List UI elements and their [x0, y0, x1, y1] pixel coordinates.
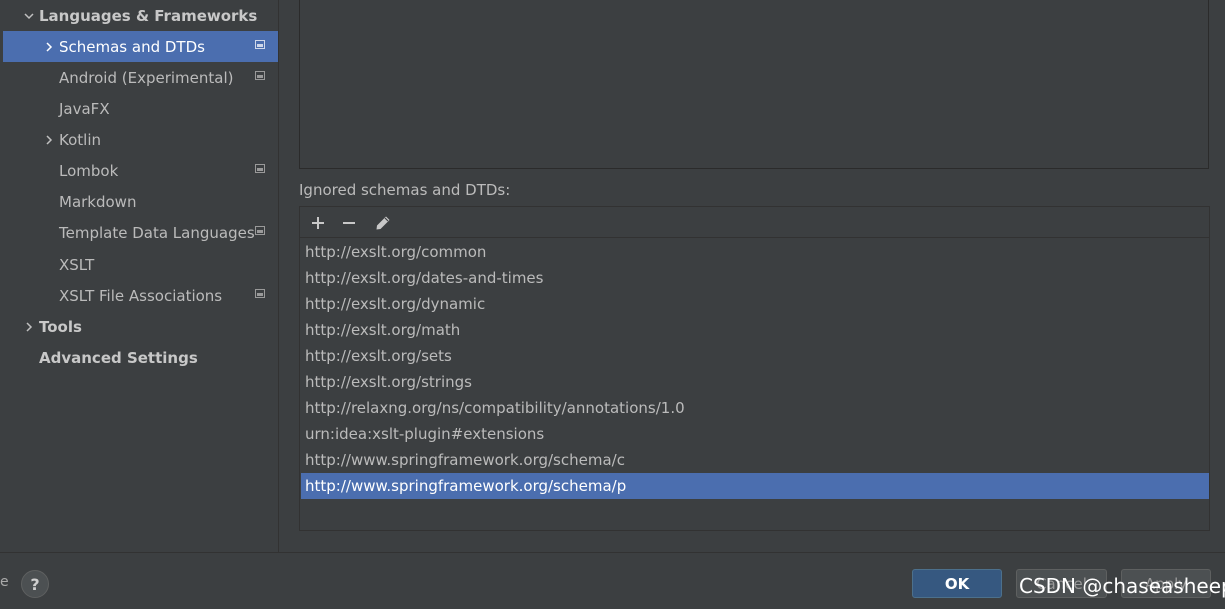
- help-button[interactable]: ?: [21, 570, 49, 598]
- ignored-schemas-toolbar: [300, 207, 1209, 238]
- sidebar-item[interactable]: Advanced Settings: [3, 342, 278, 373]
- sidebar-item-label: Template Data Languages: [59, 223, 255, 242]
- sidebar-item-label: Schemas and DTDs: [59, 37, 205, 56]
- sidebar-item[interactable]: Kotlin: [3, 124, 278, 155]
- list-item[interactable]: http://exslt.org/dates-and-times: [301, 265, 1209, 291]
- sidebar-item[interactable]: Template Data Languages: [3, 217, 278, 248]
- sidebar-item-label: XSLT File Associations: [59, 286, 223, 305]
- sidebar-item-label: Android (Experimental): [59, 68, 234, 87]
- sidebar-item-label: Tools: [39, 317, 82, 336]
- project-level-icon: [255, 226, 265, 235]
- list-item[interactable]: http://exslt.org/strings: [301, 369, 1209, 395]
- sidebar-item[interactable]: Lombok: [3, 155, 278, 186]
- sidebar-item[interactable]: Tools: [3, 311, 278, 342]
- edge-glyph: e: [0, 574, 9, 590]
- list-item[interactable]: http://www.springframework.org/schema/c: [301, 447, 1209, 473]
- list-item[interactable]: http://exslt.org/sets: [301, 343, 1209, 369]
- chevron-right-icon[interactable]: [42, 133, 56, 147]
- ok-button[interactable]: OK: [912, 569, 1002, 598]
- ignored-schemas-title: Ignored schemas and DTDs:: [299, 181, 511, 199]
- list-item[interactable]: http://relaxng.org/ns/compatibility/anno…: [301, 395, 1209, 421]
- sidebar-item[interactable]: XSLT File Associations: [3, 280, 278, 311]
- chevron-right-icon[interactable]: [22, 320, 36, 334]
- list-item[interactable]: http://exslt.org/common: [301, 239, 1209, 265]
- settings-sidebar: Languages & Frameworks Schemas and DTDs An…: [0, 0, 279, 552]
- sidebar-item[interactable]: Markdown: [3, 186, 278, 217]
- sidebar-item-label: Advanced Settings: [39, 348, 198, 367]
- sidebar-item[interactable]: XSLT: [3, 249, 278, 280]
- sidebar-item[interactable]: JavaFX: [3, 93, 278, 124]
- sidebar-item[interactable]: Android (Experimental): [3, 62, 278, 93]
- pencil-icon: [376, 216, 390, 230]
- sidebar-item-label: Markdown: [59, 192, 137, 211]
- project-level-icon: [255, 71, 265, 80]
- sidebar-item-label: Kotlin: [59, 130, 101, 149]
- sidebar-item[interactable]: Schemas and DTDs: [3, 31, 278, 62]
- project-level-icon: [255, 164, 265, 173]
- sidebar-item-label: Languages & Frameworks: [39, 6, 258, 25]
- sidebar-item-label: JavaFX: [59, 99, 110, 118]
- list-item[interactable]: http://exslt.org/math: [301, 317, 1209, 343]
- list-item[interactable]: http://www.springframework.org/schema/p: [301, 473, 1209, 499]
- schemas-table[interactable]: [299, 0, 1209, 169]
- sidebar-item-label: XSLT: [59, 255, 95, 274]
- plus-icon: [312, 217, 324, 229]
- project-level-icon: [255, 289, 265, 298]
- watermark: CSDN @chaseasheep: [1019, 574, 1225, 598]
- chevron-down-icon[interactable]: [22, 9, 36, 23]
- sidebar-item-label: Lombok: [59, 161, 119, 180]
- edit-button[interactable]: [372, 212, 394, 234]
- ignored-schemas-panel: http://exslt.org/common http://exslt.org/…: [299, 206, 1210, 531]
- list-item[interactable]: http://exslt.org/dynamic: [301, 291, 1209, 317]
- remove-button[interactable]: [338, 212, 360, 234]
- chevron-right-icon[interactable]: [42, 40, 56, 54]
- minus-icon: [343, 222, 355, 224]
- sidebar-item[interactable]: Languages & Frameworks: [3, 0, 278, 31]
- add-button[interactable]: [307, 212, 329, 234]
- project-level-icon: [255, 40, 265, 49]
- list-item[interactable]: urn:idea:xslt-plugin#extensions: [301, 421, 1209, 447]
